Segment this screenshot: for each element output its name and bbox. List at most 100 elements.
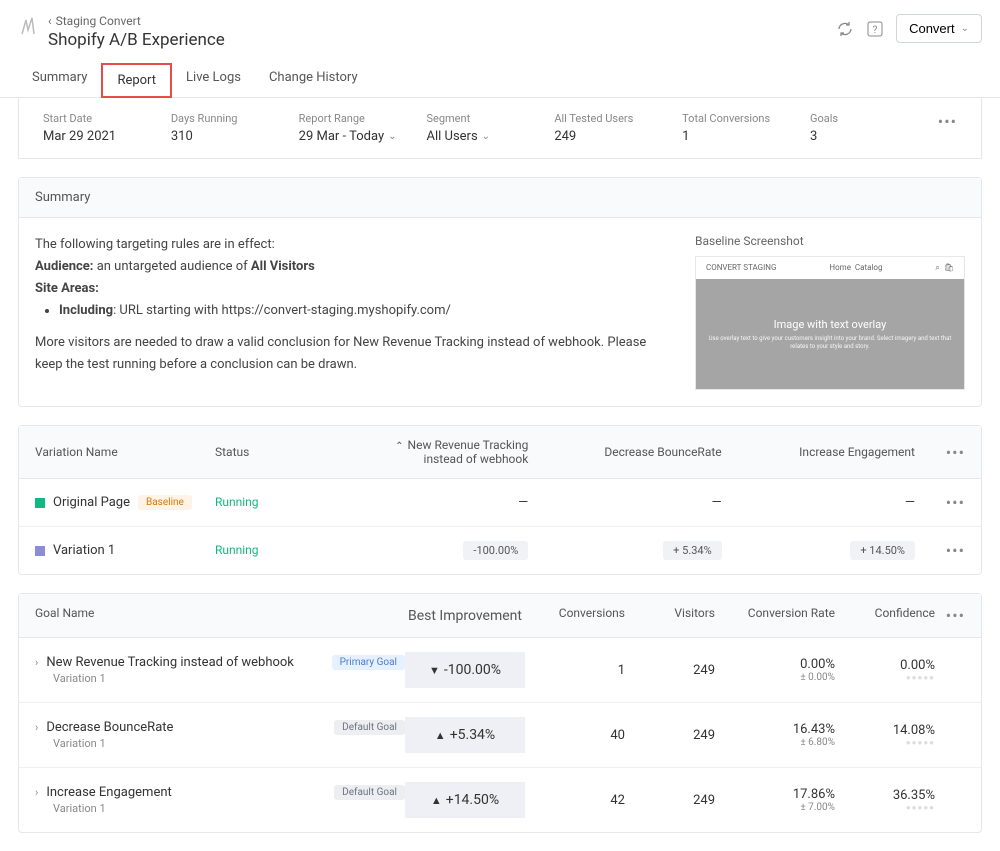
goal-badge: Primary Goal	[332, 655, 405, 670]
color-swatch	[35, 546, 45, 556]
triangle-up-icon: ▲	[431, 794, 442, 807]
metric-value: + 5.34%	[548, 541, 741, 560]
goal-badge: Default Goal	[334, 720, 405, 735]
stats-more-icon[interactable]: •••	[938, 112, 957, 131]
stat-start-date: Start Date Mar 29 2021	[43, 112, 171, 144]
col-metric-engagement[interactable]: Increase Engagement	[742, 445, 935, 459]
conversions-value: 40	[525, 728, 625, 743]
goal-badge: Default Goal	[334, 785, 405, 800]
col-status[interactable]: Status	[215, 445, 355, 459]
stat-goals: Goals 3	[810, 112, 938, 144]
table-row: › New Revenue Tracking instead of webhoo…	[19, 638, 981, 703]
variation-name: Original Page	[53, 495, 130, 510]
sort-asc-icon: ⌃	[395, 441, 403, 452]
tab-change-history[interactable]: Change History	[255, 62, 372, 97]
baseline-screenshot: Baseline Screenshot CONVERT STAGING Home…	[695, 234, 965, 390]
conversion-rate-value: 0.00%± 0.00%	[715, 657, 835, 683]
best-improvement: ▼-100.00%	[405, 652, 525, 688]
confidence-dots-icon: ●●●●●	[835, 803, 935, 812]
screenshot-preview[interactable]: CONVERT STAGING Home Catalog ⌕ 🛍 Image w…	[695, 256, 965, 390]
conversion-rate-value: 16.43%± 6.80%	[715, 722, 835, 748]
best-improvement: ▲+14.50%	[405, 782, 525, 818]
goal-name: New Revenue Tracking instead of webhook	[46, 655, 294, 670]
conversions-value: 1	[525, 663, 625, 678]
metric-value: + 14.50%	[742, 541, 935, 560]
confidence-dots-icon: ●●●●●	[835, 673, 935, 682]
status-text: Running	[215, 543, 259, 557]
chevron-down-icon: ⌄	[482, 131, 490, 142]
refresh-icon[interactable]	[836, 20, 854, 38]
chevron-down-icon: ⌄	[388, 131, 396, 142]
col-best-improvement[interactable]: Best Improvement	[405, 606, 525, 625]
col-variation-name[interactable]: Variation Name	[35, 445, 215, 459]
metric-value: —	[742, 495, 935, 510]
chevron-left-icon: ‹	[48, 14, 52, 28]
svg-text:?: ?	[873, 25, 878, 36]
col-metric-bounce[interactable]: Decrease BounceRate	[548, 445, 741, 459]
confidence-dots-icon: ●●●●●	[835, 738, 935, 747]
goals-more-icon[interactable]: •••	[935, 606, 965, 625]
col-goal-name[interactable]: Goal Name	[35, 606, 405, 625]
conversion-rate-value: 17.86%± 7.00%	[715, 787, 835, 813]
breadcrumb[interactable]: ‹ Staging Convert	[48, 14, 225, 28]
convert-button-label: Convert	[909, 21, 955, 36]
metric-value: —	[355, 495, 548, 510]
metric-value: -100.00%	[355, 541, 548, 560]
tab-summary[interactable]: Summary	[18, 62, 101, 97]
row-more-icon[interactable]: •••	[935, 541, 965, 560]
conversions-value: 42	[525, 793, 625, 808]
triangle-up-icon: ▲	[435, 729, 446, 742]
stat-total-conversions: Total Conversions 1	[682, 112, 810, 144]
chevron-right-icon[interactable]: ›	[35, 656, 38, 669]
summary-panel-title: Summary	[19, 178, 981, 218]
confidence-value: 36.35%●●●●●	[835, 788, 935, 812]
tab-bar: Summary Report Live Logs Change History	[0, 62, 1000, 98]
breadcrumb-text: Staging Convert	[56, 14, 141, 28]
tab-report[interactable]: Report	[101, 63, 172, 98]
goal-name: Decrease BounceRate	[46, 720, 173, 735]
goal-sub: Variation 1	[53, 737, 405, 750]
best-improvement: ▲+5.34%	[405, 717, 525, 753]
table-row: Original Page Baseline Running — — — •••	[19, 479, 981, 527]
variations-more-icon[interactable]: •••	[935, 443, 965, 462]
variations-table: Variation Name Status ⌃New Revenue Track…	[18, 425, 982, 575]
variation-name: Variation 1	[53, 543, 115, 558]
col-confidence[interactable]: Confidence	[835, 606, 935, 625]
summary-panel: Summary The following targeting rules ar…	[18, 177, 982, 407]
metric-value: —	[548, 495, 741, 510]
stats-bar: Start Date Mar 29 2021 Days Running 310 …	[18, 98, 982, 159]
triangle-down-icon: ▼	[429, 664, 440, 677]
convert-button[interactable]: Convert ⌄	[896, 14, 982, 43]
confidence-value: 0.00%●●●●●	[835, 658, 935, 682]
stat-report-range[interactable]: Report Range 29 Mar - Today⌄	[299, 112, 427, 144]
table-row: › Decrease BounceRate Default Goal Varia…	[19, 703, 981, 768]
confidence-value: 14.08%●●●●●	[835, 723, 935, 747]
baseline-badge: Baseline	[138, 495, 192, 510]
stat-segment[interactable]: Segment All Users⌄	[426, 112, 554, 144]
stat-tested-users: All Tested Users 249	[554, 112, 682, 144]
page-title: Shopify A/B Experience	[48, 30, 225, 50]
search-cart-icons: ⌕ 🛍	[935, 263, 954, 273]
tab-live-logs[interactable]: Live Logs	[172, 62, 255, 97]
col-conversions[interactable]: Conversions	[525, 606, 625, 625]
col-conversion-rate[interactable]: Conversion Rate	[715, 606, 835, 625]
chevron-right-icon[interactable]: ›	[35, 786, 38, 799]
status-text: Running	[215, 495, 259, 509]
color-swatch	[35, 498, 45, 508]
table-row: Variation 1 Running -100.00% + 5.34% + 1…	[19, 527, 981, 574]
goal-name: Increase Engagement	[46, 785, 171, 800]
visitors-value: 249	[625, 663, 715, 678]
visitors-value: 249	[625, 728, 715, 743]
table-row: › Increase Engagement Default Goal Varia…	[19, 768, 981, 832]
chevron-right-icon[interactable]: ›	[35, 721, 38, 734]
goals-table: Goal Name Best Improvement Conversions V…	[18, 593, 982, 833]
help-icon[interactable]: ?	[866, 20, 884, 38]
chevron-down-icon: ⌄	[961, 23, 969, 34]
col-metric-revenue[interactable]: ⌃New Revenue Tracking instead of webhook	[355, 438, 548, 466]
stat-days-running: Days Running 310	[171, 112, 299, 144]
app-logo-icon	[18, 14, 38, 38]
summary-text: The following targeting rules are in eff…	[35, 234, 671, 390]
col-visitors[interactable]: Visitors	[625, 606, 715, 625]
goal-sub: Variation 1	[53, 672, 405, 685]
row-more-icon[interactable]: •••	[935, 493, 965, 512]
